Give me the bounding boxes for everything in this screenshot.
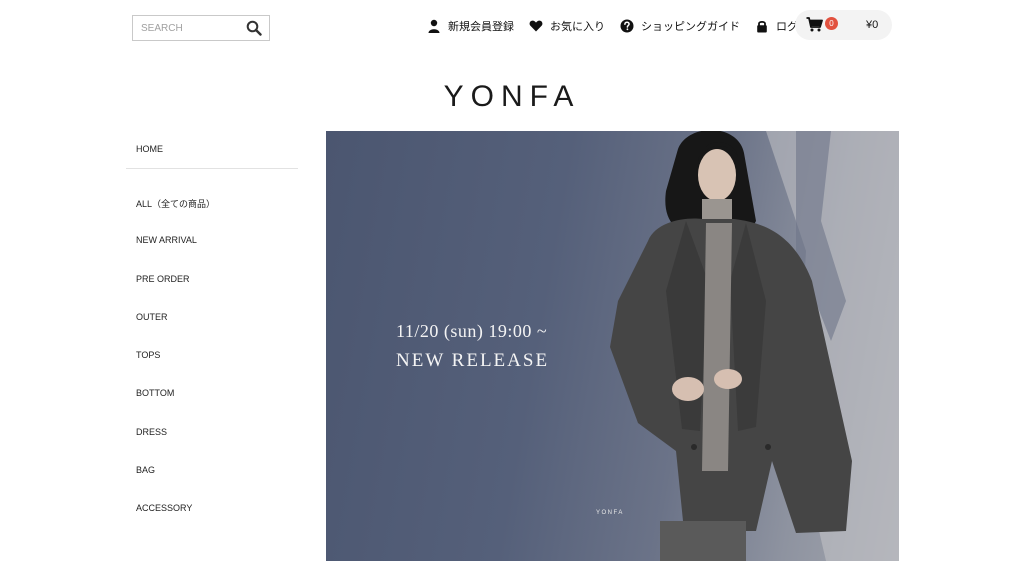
question-icon: [620, 19, 634, 33]
sidebar-item-bottom[interactable]: BOTTOM: [126, 388, 298, 426]
hero-banner[interactable]: 11/20 (sun) 19:00 ~ NEW RELEASE YONFA: [326, 131, 899, 561]
release-headline: NEW RELEASE: [396, 350, 550, 371]
cart-count-badge: 0: [825, 17, 838, 30]
lock-icon: [757, 20, 767, 33]
release-date: 11/20 (sun) 19:00 ~: [396, 321, 548, 341]
favorites-link[interactable]: お気に入り: [529, 18, 605, 34]
register-label: 新規会員登録: [448, 21, 514, 33]
utility-nav: 新規会員登録 お気に入り ショッピングガイド ログイン: [427, 17, 835, 35]
search-input[interactable]: [141, 22, 241, 34]
sidebar-item-pre-order[interactable]: PRE ORDER: [126, 274, 298, 312]
brand-logo[interactable]: YONFA: [0, 80, 1024, 114]
hero-watermark: YONFA: [596, 510, 624, 516]
search-icon[interactable]: [246, 20, 262, 36]
sidebar-item-tops[interactable]: TOPS: [126, 350, 298, 388]
favorites-label: お気に入り: [550, 21, 605, 33]
category-sidebar: HOME ALL（全ての商品） NEW ARRIVAL PRE ORDER OU…: [126, 131, 298, 542]
sidebar-item-all[interactable]: ALL（全ての商品）: [126, 197, 298, 235]
sidebar-item-accessory[interactable]: ACCESSORY: [126, 503, 298, 541]
sidebar-item-home[interactable]: HOME: [126, 131, 298, 169]
sidebar-item-bag[interactable]: BAG: [126, 465, 298, 503]
search-box[interactable]: [132, 15, 270, 41]
shopping-guide-label: ショッピングガイド: [641, 21, 740, 33]
hero-caption: 11/20 (sun) 19:00 ~ NEW RELEASE: [396, 321, 549, 372]
sidebar-item-dress[interactable]: DRESS: [126, 427, 298, 465]
cart-total: ¥0: [866, 19, 879, 31]
shopping-guide-link[interactable]: ショッピングガイド: [620, 18, 740, 34]
cart-icon: [806, 17, 823, 32]
category-list: ALL（全ての商品） NEW ARRIVAL PRE ORDER OUTER T…: [126, 197, 298, 542]
heart-icon: [529, 20, 543, 32]
sidebar-item-new-arrival[interactable]: NEW ARRIVAL: [126, 235, 298, 273]
sidebar-item-outer[interactable]: OUTER: [126, 312, 298, 350]
user-icon: [428, 19, 440, 33]
cart-button[interactable]: 0 ¥0: [795, 10, 892, 40]
register-link[interactable]: 新規会員登録: [427, 18, 514, 34]
